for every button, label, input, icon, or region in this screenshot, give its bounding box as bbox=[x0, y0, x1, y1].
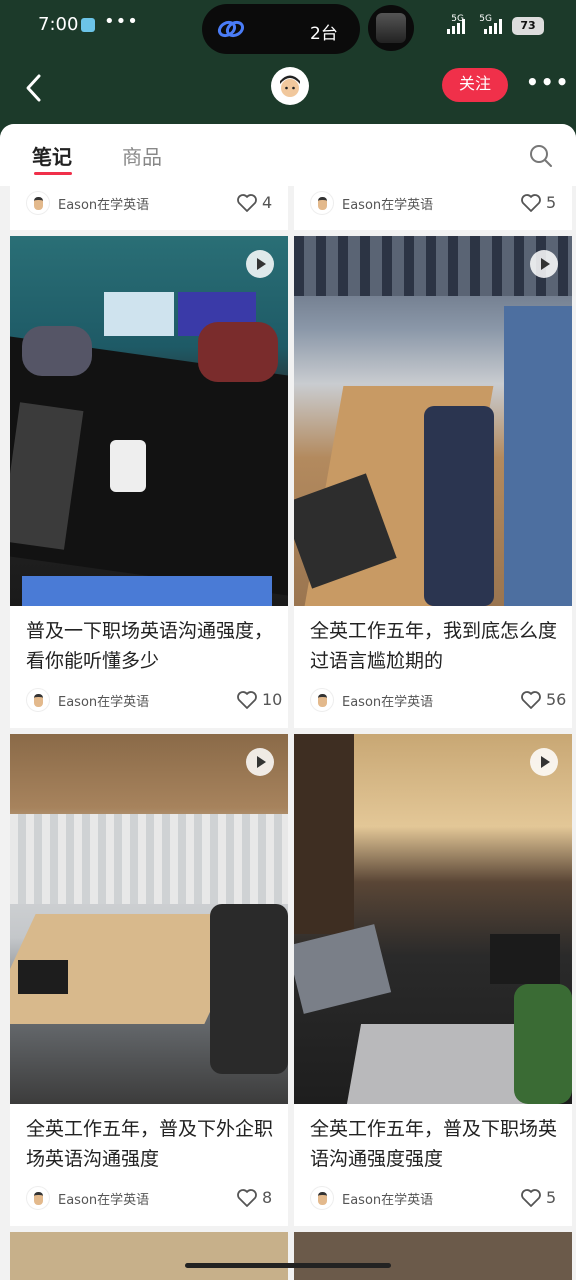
video-play-icon bbox=[246, 748, 274, 776]
link-icon bbox=[217, 20, 245, 38]
like-count: 56 bbox=[546, 690, 567, 709]
home-indicator[interactable] bbox=[185, 1263, 391, 1268]
app-notification-icon bbox=[81, 18, 95, 32]
post-card[interactable]: 全英工作五年，普及下职场英语沟通强度强度 Eason在学英语 5 bbox=[294, 734, 572, 1226]
author-avatar bbox=[26, 1186, 50, 1210]
cartoon-avatar-icon bbox=[280, 75, 300, 97]
app-header: 7:00 ••• 2台 5G 5G 73 关注 ••• bbox=[0, 0, 576, 140]
like-count: 8 bbox=[262, 1188, 273, 1207]
signal-bars-icon-2 bbox=[484, 19, 502, 34]
post-card-partial-4[interactable] bbox=[294, 1232, 572, 1280]
main-content: 笔记 商品 Eason在学英语 4 Eason在学英语 5 普及一下职场英语沟通… bbox=[0, 124, 576, 1280]
heart-icon[interactable] bbox=[520, 193, 542, 213]
author-avatar bbox=[310, 688, 334, 712]
post-card-partial-3[interactable] bbox=[10, 1232, 288, 1280]
post-video-thumbnail[interactable] bbox=[294, 734, 572, 1104]
video-play-icon bbox=[246, 250, 274, 278]
back-arrow-icon[interactable] bbox=[22, 72, 46, 104]
like-count: 10 bbox=[262, 690, 283, 709]
post-title: 全英工作五年，普及下职场英语沟通强度强度 bbox=[310, 1118, 558, 1170]
video-play-icon bbox=[530, 250, 558, 278]
post-meta: Eason在学英语 5 bbox=[308, 1184, 566, 1212]
status-time: 7:00 bbox=[38, 14, 79, 35]
author-name: Eason在学英语 bbox=[58, 1193, 150, 1208]
heart-icon[interactable] bbox=[236, 1188, 258, 1208]
post-title: 全英工作五年，普及下外企职场英语沟通强度 bbox=[26, 1118, 274, 1170]
like-count: 4 bbox=[262, 193, 273, 212]
post-meta: Eason在学英语 8 bbox=[24, 1184, 282, 1212]
author-avatar bbox=[310, 1186, 334, 1210]
author-avatar bbox=[26, 191, 50, 215]
video-play-icon bbox=[530, 748, 558, 776]
post-video-thumbnail[interactable] bbox=[294, 236, 572, 606]
dynamic-island[interactable]: 2台 bbox=[202, 4, 360, 54]
post-meta: Eason在学英语 4 bbox=[24, 189, 282, 217]
post-card[interactable]: 普及一下职场英语沟通强度，看你能听懂多少 Eason在学英语 10 bbox=[10, 236, 288, 728]
tab-notes[interactable]: 笔记 bbox=[32, 141, 72, 170]
signal-bars-icon bbox=[447, 19, 465, 34]
battery-indicator: 73 bbox=[512, 17, 544, 35]
live-avatar[interactable] bbox=[368, 5, 414, 51]
author-name: Eason在学英语 bbox=[342, 198, 434, 213]
post-card[interactable]: 全英工作五年，普及下外企职场英语沟通强度 Eason在学英语 8 bbox=[10, 734, 288, 1226]
more-options-icon[interactable]: ••• bbox=[526, 70, 570, 94]
heart-icon[interactable] bbox=[236, 690, 258, 710]
post-video-thumbnail[interactable] bbox=[10, 236, 288, 606]
active-tab-indicator bbox=[34, 172, 72, 175]
post-card[interactable]: 全英工作五年，我到底怎么度过语言尴尬期的 Eason在学英语 56 bbox=[294, 236, 572, 728]
avatar-image bbox=[376, 13, 406, 43]
author-avatar bbox=[26, 688, 50, 712]
tab-bar: 笔记 商品 bbox=[0, 124, 576, 186]
heart-icon[interactable] bbox=[236, 193, 258, 213]
device-count: 2台 bbox=[310, 24, 338, 44]
post-card-partial-1[interactable]: Eason在学英语 4 bbox=[10, 186, 288, 230]
tab-products[interactable]: 商品 bbox=[122, 141, 162, 170]
status-bar: 7:00 ••• 2台 5G 5G 73 bbox=[0, 0, 576, 54]
post-meta: Eason在学英语 5 bbox=[308, 189, 566, 217]
status-more-dots: ••• bbox=[104, 11, 139, 32]
author-name: Eason在学英语 bbox=[342, 695, 434, 710]
heart-icon[interactable] bbox=[520, 690, 542, 710]
heart-icon[interactable] bbox=[520, 1188, 542, 1208]
author-avatar bbox=[310, 191, 334, 215]
post-meta: Eason在学英语 10 bbox=[24, 686, 282, 714]
post-card-partial-2[interactable]: Eason在学英语 5 bbox=[294, 186, 572, 230]
like-count: 5 bbox=[546, 1188, 557, 1207]
author-name: Eason在学英语 bbox=[58, 695, 150, 710]
post-meta: Eason在学英语 56 bbox=[308, 686, 566, 714]
like-count: 5 bbox=[546, 193, 557, 212]
post-title: 普及一下职场英语沟通强度，看你能听懂多少 bbox=[26, 620, 274, 672]
author-name: Eason在学英语 bbox=[58, 198, 150, 213]
post-video-thumbnail[interactable] bbox=[10, 734, 288, 1104]
profile-avatar[interactable] bbox=[271, 67, 309, 105]
search-icon[interactable] bbox=[528, 143, 554, 169]
follow-button[interactable]: 关注 bbox=[442, 68, 508, 102]
post-title: 全英工作五年，我到底怎么度过语言尴尬期的 bbox=[310, 620, 558, 672]
nav-bar: 关注 ••• bbox=[0, 56, 576, 120]
author-name: Eason在学英语 bbox=[342, 1193, 434, 1208]
